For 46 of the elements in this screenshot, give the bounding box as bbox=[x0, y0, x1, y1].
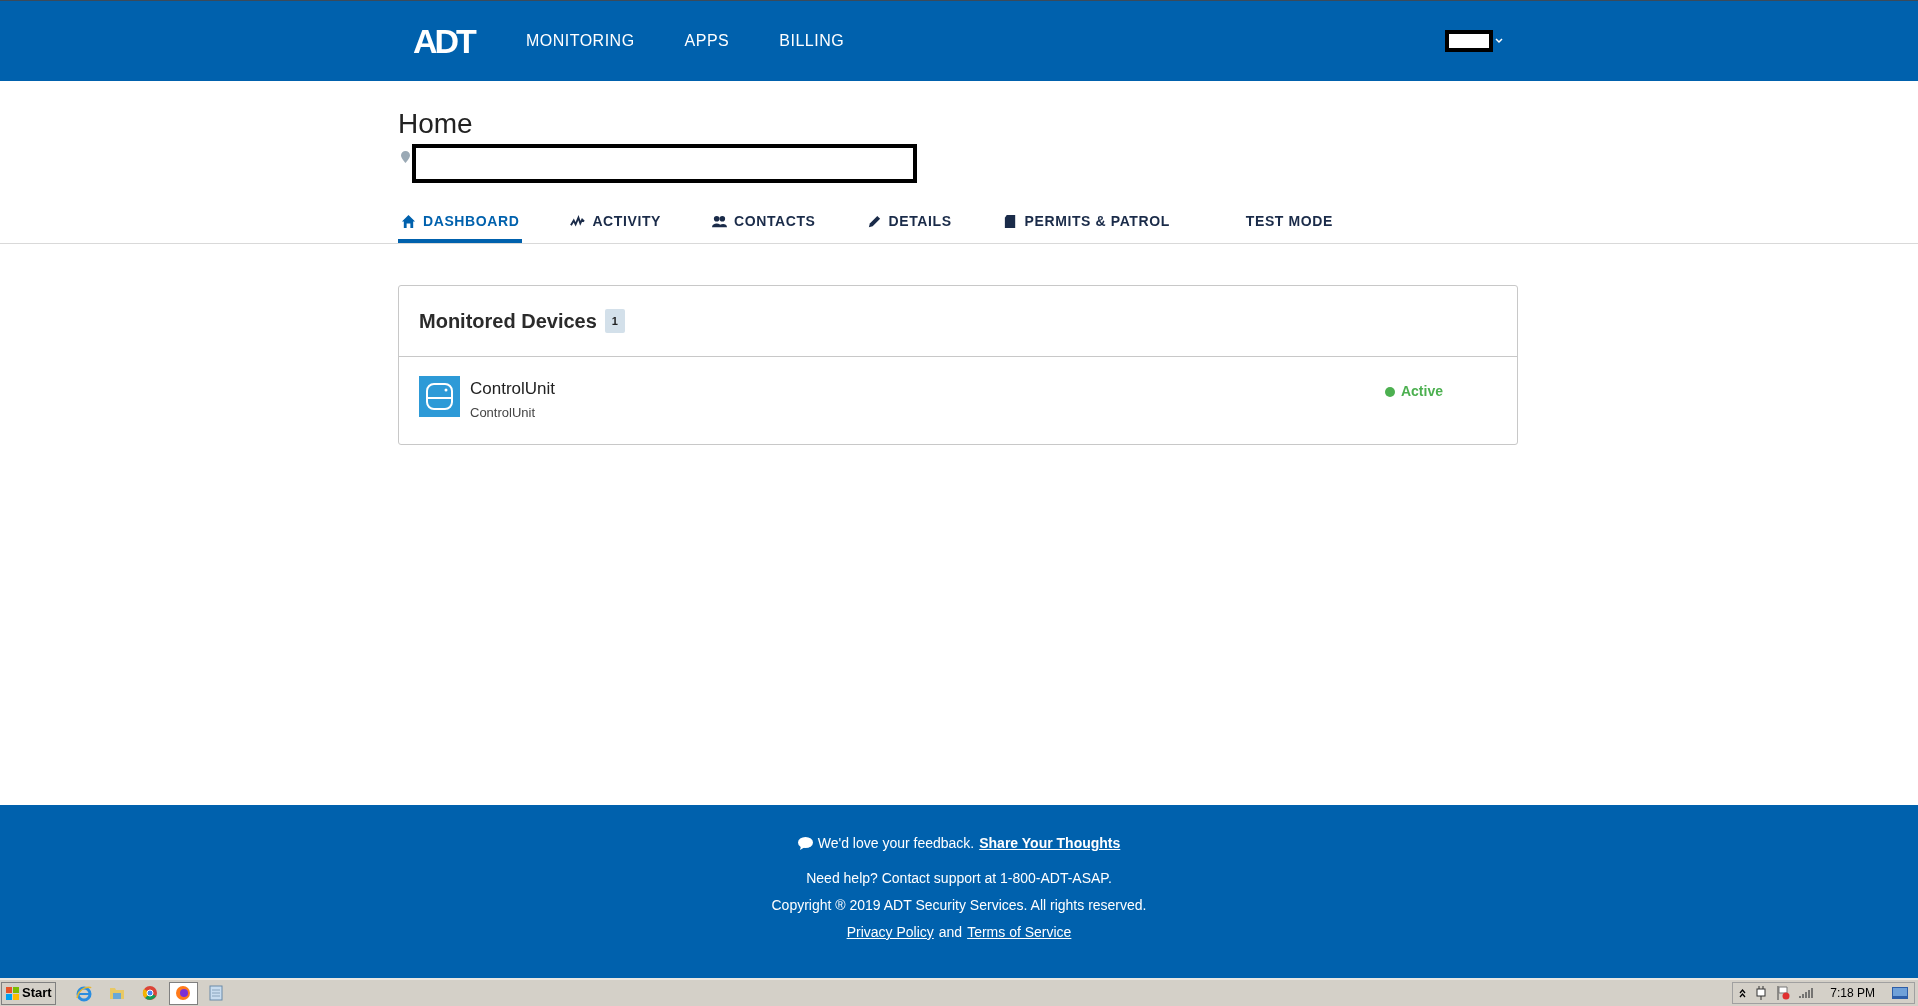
terms-link[interactable]: Terms of Service bbox=[967, 922, 1072, 943]
redacted-box bbox=[1445, 30, 1493, 52]
tab[interactable]: DASHBOARD bbox=[398, 203, 523, 243]
power-plug-icon[interactable] bbox=[1755, 986, 1768, 1000]
flag-error-icon[interactable] bbox=[1776, 986, 1791, 1000]
device-icon bbox=[419, 376, 460, 417]
browser-e-icon bbox=[75, 984, 94, 1002]
location-pin-icon bbox=[401, 151, 410, 163]
privacy-link[interactable]: Privacy Policy bbox=[846, 922, 934, 943]
windows-logo-icon bbox=[5, 985, 20, 1001]
conjunction-text: and bbox=[938, 923, 963, 942]
device-type: ControlUnit bbox=[470, 404, 537, 423]
speech-bubble-icon bbox=[797, 837, 813, 850]
tab[interactable]: CONTACTS bbox=[709, 203, 819, 243]
device-name[interactable]: ControlUnit bbox=[470, 378, 556, 401]
notepad-icon bbox=[207, 984, 226, 1002]
chrome-icon bbox=[141, 984, 160, 1002]
tab[interactable]: DETAILS bbox=[863, 203, 955, 243]
clock-text: 7:18 PM bbox=[1830, 985, 1875, 1002]
tab[interactable]: TEST MODE bbox=[1242, 203, 1336, 243]
support-text: Need help? Contact support at 1-800-ADT-ASAP. bbox=[806, 869, 1112, 888]
show-desktop-icon[interactable] bbox=[1892, 987, 1908, 999]
card-title: Monitored Devices bbox=[419, 309, 597, 334]
document-icon bbox=[1002, 213, 1018, 229]
status-label: Active bbox=[1400, 382, 1443, 401]
start-button[interactable]: Start bbox=[1, 981, 56, 1005]
count-badge: 1 bbox=[604, 308, 625, 334]
activity-icon bbox=[570, 213, 586, 229]
home-icon bbox=[401, 213, 416, 229]
feedback-text: We'd love your feedback. bbox=[817, 834, 975, 853]
taskbar-app-button[interactable] bbox=[168, 981, 198, 1005]
caret-icon[interactable] bbox=[1495, 38, 1503, 44]
logo[interactable]: ADT bbox=[413, 24, 474, 58]
tab[interactable]: ACTIVITY bbox=[567, 203, 664, 243]
tab[interactable]: PERMITS & PATROL bbox=[999, 203, 1173, 243]
pencil-icon bbox=[866, 213, 882, 229]
page-title: Home bbox=[398, 107, 474, 141]
users-icon bbox=[712, 213, 727, 229]
nav-link[interactable]: APPS bbox=[684, 29, 730, 53]
signal-bars-icon[interactable] bbox=[1799, 988, 1814, 998]
chevron-up-icon[interactable] bbox=[1739, 988, 1747, 998]
feedback-link[interactable]: Share Your Thoughts bbox=[979, 833, 1121, 854]
nav-link[interactable]: BILLING bbox=[779, 29, 845, 53]
copyright-text: Copyright ® 2019 ADT Security Services. All rights reserved. bbox=[771, 896, 1147, 915]
firefox-icon bbox=[174, 984, 193, 1002]
nav-link[interactable]: MONITORING bbox=[525, 29, 635, 53]
